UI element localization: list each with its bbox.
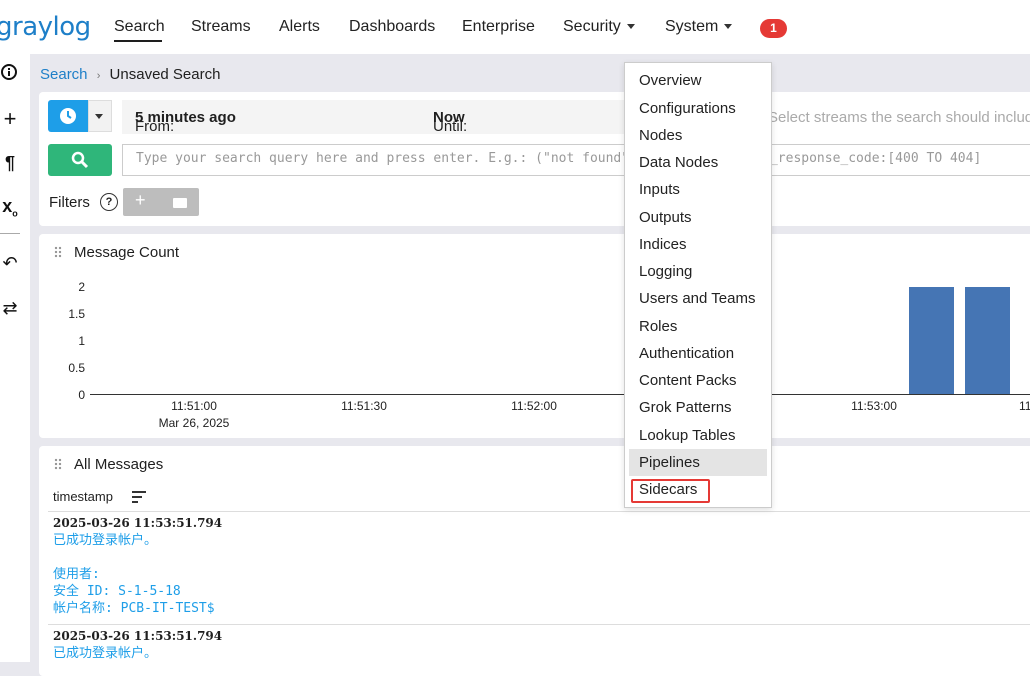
y-tick-2: 2: [78, 280, 85, 294]
message-line: 已成功登录帐户。: [53, 533, 158, 548]
system-menu-dropdown: Overview Configurations Nodes Data Nodes…: [624, 62, 772, 508]
add-filter-icon[interactable]: +: [135, 190, 146, 211]
x-tick: 11:51:30: [341, 399, 387, 413]
timestamp-column-header[interactable]: timestamp: [53, 489, 113, 504]
time-range-button[interactable]: [48, 100, 88, 132]
chart-bars-area: [90, 287, 1030, 394]
chevron-down-icon: [626, 24, 635, 30]
message-line: 使用者:: [53, 567, 100, 582]
paragraph-icon[interactable]: ¶: [0, 153, 20, 174]
filter-buttons: +: [123, 188, 199, 216]
message-timestamp: 2025-03-26 11:53:51.794: [53, 516, 223, 530]
nav-security-label: Security: [563, 18, 621, 35]
from-field: From: 5 minutes ago: [135, 109, 236, 135]
x-tick: 11:52:00: [511, 399, 557, 413]
filters-label: Filters: [49, 194, 90, 211]
menu-item-inputs[interactable]: Inputs: [639, 181, 680, 198]
plus-icon[interactable]: +: [0, 106, 20, 132]
nav-streams[interactable]: Streams: [191, 18, 251, 36]
nav-enterprise[interactable]: Enterprise: [462, 18, 535, 36]
from-label: From:: [135, 118, 175, 135]
nav-system[interactable]: System: [665, 18, 733, 36]
menu-item-roles[interactable]: Roles: [639, 318, 677, 335]
menu-item-sidecars[interactable]: Sidecars: [639, 481, 697, 498]
row-divider: [48, 624, 1030, 625]
undo-icon[interactable]: ↶: [0, 253, 20, 274]
chevron-down-icon: [95, 114, 103, 119]
swap-icon[interactable]: ⇄: [0, 298, 20, 319]
menu-item-lookup-tables[interactable]: Lookup Tables: [639, 427, 735, 444]
x-tick: 11: [1019, 399, 1030, 413]
message-count-title: Message Count: [74, 244, 180, 261]
nav-active-indicator: [114, 40, 162, 42]
menu-item-authentication[interactable]: Authentication: [639, 345, 734, 362]
x-axis-date: Mar 26, 2025: [158, 416, 230, 430]
nav-system-label: System: [665, 18, 719, 35]
menu-item-users-and-teams[interactable]: Users and Teams: [639, 290, 755, 307]
left-rail: [0, 54, 30, 662]
streams-select[interactable]: Select streams the search should includ: [756, 100, 1030, 134]
drag-handle-icon[interactable]: [54, 246, 62, 258]
clock-icon: [60, 108, 76, 124]
menu-item-overview[interactable]: Overview: [639, 72, 702, 89]
breadcrumb: Search › Unsaved Search: [40, 66, 220, 83]
menu-item-logging[interactable]: Logging: [639, 263, 692, 280]
y-tick-1.5: 1.5: [68, 307, 85, 321]
message-line: 安全 ID: S-1-5-18: [53, 584, 181, 599]
y-tick-0: 0: [78, 388, 85, 402]
notification-badge[interactable]: 1: [760, 19, 787, 38]
y-tick-0.5: 0.5: [68, 361, 85, 375]
search-button[interactable]: [48, 144, 112, 176]
menu-item-grok-patterns[interactable]: Grok Patterns: [639, 399, 732, 416]
chart-bar[interactable]: [908, 287, 954, 394]
breadcrumb-search-link[interactable]: Search: [40, 66, 88, 83]
x-tick: 11:51:00: [171, 399, 217, 413]
menu-item-content-packs[interactable]: Content Packs: [639, 372, 737, 389]
nav-search[interactable]: Search: [114, 18, 165, 36]
function-icon[interactable]: xo: [0, 196, 20, 219]
menu-item-outputs[interactable]: Outputs: [639, 209, 692, 226]
rail-divider: [0, 233, 20, 234]
breadcrumb-separator: ›: [96, 70, 101, 82]
drag-handle-icon[interactable]: [54, 458, 62, 470]
chevron-down-icon: [724, 24, 733, 30]
chart-bar[interactable]: [965, 287, 1011, 394]
search-icon: [71, 151, 89, 169]
x-axis-line: [90, 394, 1030, 395]
until-label: Until:: [433, 118, 468, 135]
message-line: 已成功登录帐户。: [53, 646, 158, 661]
nav-dashboards[interactable]: Dashboards: [349, 18, 435, 36]
menu-item-data-nodes[interactable]: Data Nodes: [639, 154, 718, 171]
time-range-display[interactable]: From: 5 minutes ago Until: Now: [122, 100, 632, 135]
search-query-input[interactable]: Type your search query here and press en…: [122, 144, 1030, 176]
menu-item-nodes[interactable]: Nodes: [639, 127, 682, 144]
menu-item-indices[interactable]: Indices: [639, 236, 687, 253]
help-icon[interactable]: ?: [100, 193, 118, 211]
all-messages-title: All Messages: [74, 456, 164, 473]
folder-icon[interactable]: [173, 198, 187, 208]
message-line: 帐户名称: PCB-IT-TEST$: [53, 601, 215, 616]
row-divider: [48, 511, 1030, 512]
until-field: Until: Now: [433, 109, 467, 135]
x-tick: 11:53:00: [851, 399, 897, 413]
nav-security[interactable]: Security: [563, 18, 635, 36]
table-row[interactable]: 2025-03-26 11:53:51.794 已成功登录帐户。: [53, 629, 222, 662]
breadcrumb-current: Unsaved Search: [109, 66, 221, 83]
table-row[interactable]: 2025-03-26 11:53:51.794 已成功登录帐户。 使用者: 安全…: [53, 516, 222, 617]
menu-item-pipelines[interactable]: Pipelines: [639, 454, 700, 471]
y-tick-1: 1: [78, 334, 85, 348]
info-icon[interactable]: [0, 63, 20, 86]
message-timestamp: 2025-03-26 11:53:51.794: [53, 629, 223, 643]
graylog-logo[interactable]: graylog: [0, 12, 91, 42]
time-range-dropdown[interactable]: [88, 100, 112, 132]
menu-item-configurations[interactable]: Configurations: [639, 100, 736, 117]
sort-icon[interactable]: [132, 491, 146, 506]
nav-alerts[interactable]: Alerts: [279, 18, 320, 36]
